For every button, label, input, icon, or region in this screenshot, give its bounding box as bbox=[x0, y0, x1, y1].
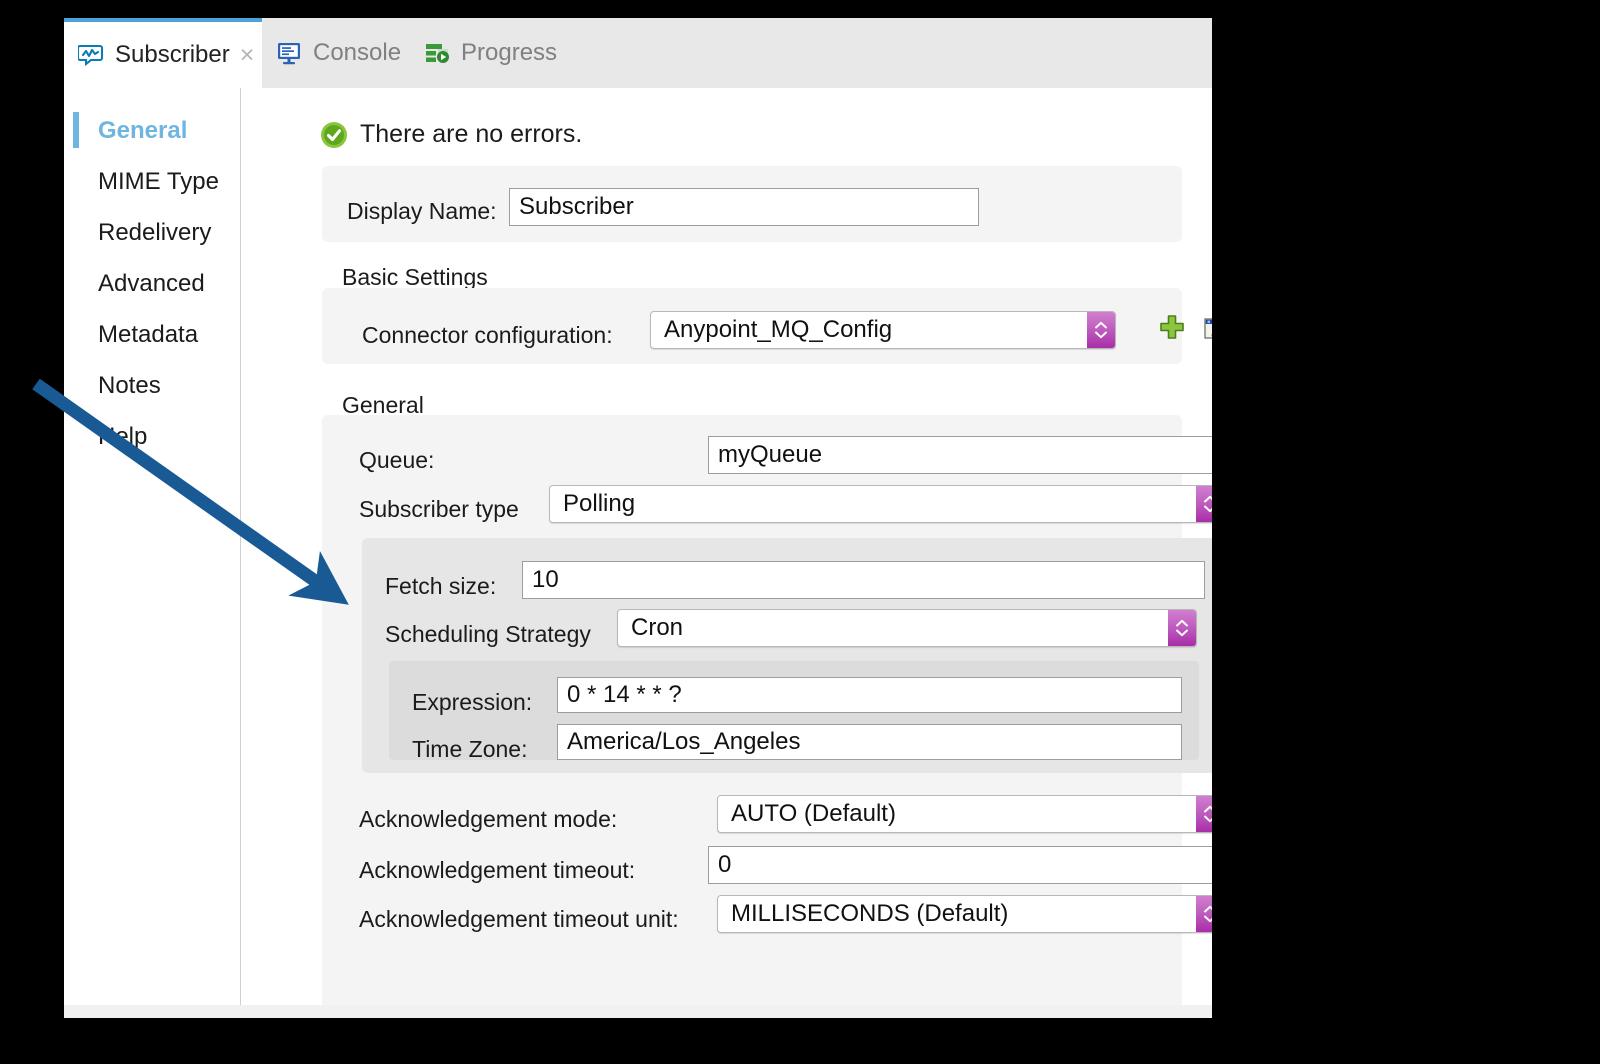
connector-configuration-select[interactable]: Anypoint_MQ_Config bbox=[650, 311, 1116, 349]
acknowledgement-timeout-unit-select[interactable]: MILLISECONDS (Default) bbox=[717, 895, 1212, 933]
subscriber-type-label: Subscriber type bbox=[359, 496, 519, 523]
acknowledgement-timeout-unit-label: Acknowledgement timeout unit: bbox=[359, 906, 679, 933]
console-monitor-icon bbox=[276, 40, 302, 66]
queue-label: Queue: bbox=[359, 447, 434, 474]
sidebar-nav-list: General MIME Type Redelivery Advanced Me… bbox=[64, 88, 240, 462]
status-message: There are no errors. bbox=[320, 120, 582, 149]
subscriber-type-select[interactable]: Polling bbox=[549, 485, 1212, 523]
properties-window: Subscriber × Console bbox=[64, 18, 1212, 1018]
display-name-input[interactable]: Subscriber bbox=[509, 188, 979, 226]
fetch-size-label: Fetch size: bbox=[385, 573, 496, 600]
scheduling-strategy-value: Cron bbox=[618, 614, 1168, 642]
sidebar-item-advanced[interactable]: Advanced bbox=[64, 258, 240, 309]
acknowledgement-mode-value: AUTO (Default) bbox=[718, 800, 1196, 828]
sidebar-item-label: Help bbox=[98, 423, 147, 451]
sidebar-item-help[interactable]: Help bbox=[64, 411, 240, 462]
acknowledgement-timeout-unit-value: MILLISECONDS (Default) bbox=[718, 900, 1196, 928]
sidebar-item-label: Redelivery bbox=[98, 219, 211, 247]
close-icon[interactable]: × bbox=[240, 43, 255, 68]
tab-progress[interactable]: Progress bbox=[424, 18, 557, 88]
tab-console[interactable]: Console bbox=[276, 18, 401, 88]
sidebar-item-label: Notes bbox=[98, 372, 161, 400]
acknowledgement-mode-label: Acknowledgement mode: bbox=[359, 806, 617, 833]
time-zone-label: Time Zone: bbox=[412, 736, 527, 763]
scheduling-strategy-label: Scheduling Strategy bbox=[385, 621, 591, 648]
acknowledgement-timeout-input[interactable]: 0 bbox=[708, 846, 1212, 884]
connector-configuration-value: Anypoint_MQ_Config bbox=[651, 316, 1087, 344]
tab-console-label: Console bbox=[313, 39, 401, 67]
tab-progress-label: Progress bbox=[461, 39, 557, 67]
expression-label: Expression: bbox=[412, 689, 532, 716]
basic-settings-title: Basic Settings bbox=[342, 264, 488, 291]
sidebar-item-label: MIME Type bbox=[98, 168, 219, 196]
sidebar-item-notes[interactable]: Notes bbox=[64, 360, 240, 411]
window-bottom-strip bbox=[64, 1005, 1212, 1018]
edit-pencil-icon[interactable] bbox=[1202, 314, 1212, 344]
display-name-label: Display Name: bbox=[347, 198, 497, 225]
acknowledgement-mode-select[interactable]: AUTO (Default) bbox=[717, 795, 1212, 833]
status-text: There are no errors. bbox=[360, 120, 582, 149]
properties-sidebar: General MIME Type Redelivery Advanced Me… bbox=[64, 88, 241, 1005]
progress-bars-icon bbox=[424, 40, 450, 66]
chevron-up-down-icon[interactable] bbox=[1196, 486, 1212, 522]
acknowledgement-timeout-label: Acknowledgement timeout: bbox=[359, 857, 635, 884]
properties-content: There are no errors. Display Name: Subsc… bbox=[242, 88, 1212, 1005]
sidebar-item-mime-type[interactable]: MIME Type bbox=[64, 156, 240, 207]
tab-subscriber-label: Subscriber bbox=[115, 41, 230, 69]
mule-message-icon bbox=[78, 42, 104, 68]
sidebar-item-label: Metadata bbox=[98, 321, 198, 349]
sidebar-item-metadata[interactable]: Metadata bbox=[64, 309, 240, 360]
sidebar-item-general[interactable]: General bbox=[64, 105, 240, 156]
sidebar-item-label: General bbox=[98, 117, 187, 145]
expression-input[interactable]: 0 * 14 * * ? bbox=[557, 677, 1182, 713]
sidebar-item-redelivery[interactable]: Redelivery bbox=[64, 207, 240, 258]
editor-tab-bar: Subscriber × Console bbox=[64, 18, 1212, 88]
queue-input[interactable]: myQueue bbox=[708, 436, 1212, 474]
green-plus-icon[interactable] bbox=[1157, 314, 1187, 344]
chevron-up-down-icon[interactable] bbox=[1196, 796, 1212, 832]
scheduling-strategy-select[interactable]: Cron bbox=[617, 609, 1197, 647]
subscriber-type-value: Polling bbox=[550, 490, 1196, 518]
connector-configuration-label: Connector configuration: bbox=[362, 322, 613, 349]
chevron-up-down-icon[interactable] bbox=[1087, 312, 1115, 348]
chevron-up-down-icon[interactable] bbox=[1168, 610, 1196, 646]
success-check-icon bbox=[320, 121, 348, 149]
time-zone-input[interactable]: America/Los_Angeles bbox=[557, 724, 1182, 760]
chevron-up-down-icon[interactable] bbox=[1196, 896, 1212, 932]
sidebar-item-label: Advanced bbox=[98, 270, 205, 298]
fetch-size-input[interactable]: 10 bbox=[522, 561, 1205, 599]
tab-subscriber[interactable]: Subscriber × bbox=[64, 18, 262, 88]
